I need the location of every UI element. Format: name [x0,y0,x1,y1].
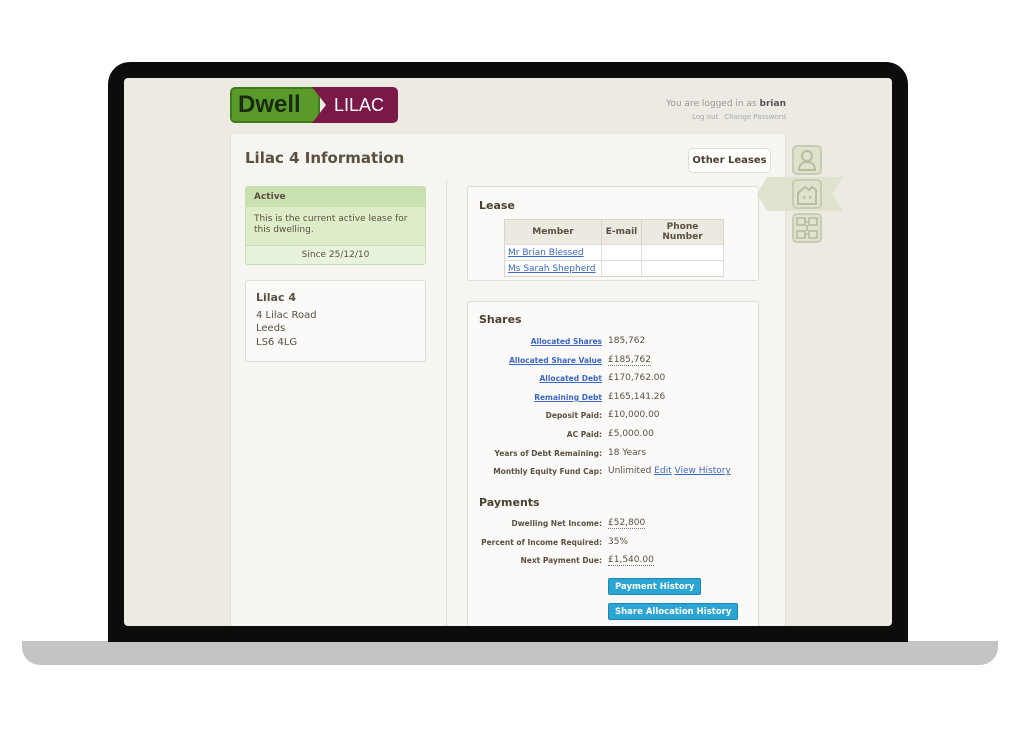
col-phone: Phone Number [641,219,724,245]
value-text: £165,141.26 [608,391,666,402]
col-email: E-mail [601,219,642,245]
field-value: £5,000.00 [608,429,654,439]
lease-table: Member E-mail Phone Number Mr Brian Blesse… [504,219,724,277]
field-row: Percent of Income Required: 35% [468,537,760,549]
value-text: £10,000.00 [608,410,660,421]
address-box: Lilac 4 4 Lilac Road Leeds LS6 4LG [245,280,426,362]
value-text: Unlimited [608,466,652,477]
value-text: 18 Years [608,447,647,458]
logo-dwell[interactable]: Dwell [230,87,320,123]
field-row: Monthly Equity Fund Cap: Unlimited Edit V… [468,466,760,478]
value-text: £52,800 [608,518,646,529]
value-text: £1,540.00 [608,555,654,567]
username: brian [759,99,786,109]
share-allocation-history-button[interactable]: Share Allocation History [608,603,739,620]
field-row: Next Payment Due: £1,540.00 [468,555,760,567]
field-label[interactable]: Allocated Shares [531,337,602,346]
field-value: £52,800 [608,518,646,529]
field-row: Allocated Shares 185,762 [468,336,760,348]
address-line: 4 Lilac Road [256,309,317,321]
phone-cell [641,260,724,277]
field-row: Allocated Share Value £185,762 [468,354,760,367]
member-link[interactable]: Ms Sarah Shepherd [508,264,596,274]
account-links: Log out Change Password [686,113,786,121]
field-value: 35% [608,537,628,547]
field-label[interactable]: Allocated Debt [539,374,602,383]
col-member: Member [504,219,602,245]
field-value: £1,540.00 [608,555,654,567]
status-text: This is the current active lease for thi… [254,214,408,235]
status-since: Since 25/12/10 [246,245,425,264]
dwelling-name: Lilac 4 [256,291,296,304]
field-label[interactable]: Remaining Debt [534,393,602,402]
field-row: Dwelling Net Income: £52,800 [468,518,760,530]
login-status: You are logged in as brian [666,99,786,109]
status-box: Active This is the current active lease … [245,186,426,265]
status-badge: Active [246,187,425,207]
phone-cell [641,244,724,261]
table-row: Ms Sarah Shepherd [504,260,724,277]
logo-lilac[interactable]: LILAC [312,87,398,123]
logout-link[interactable]: Log out [692,113,718,121]
shares-box: Shares Allocated Shares 185,762 Allocated … [467,301,759,626]
page-title: Lilac 4 Information [245,149,405,167]
field-label: Monthly Equity Fund Cap: [493,467,602,477]
table-row: Mr Brian Blessed [504,244,724,261]
value-text: 35% [608,536,629,547]
value-text: £5,000.00 [608,429,654,439]
value-text: £185,762 [608,354,651,366]
field-label: Percent of Income Required: [481,537,602,547]
house-icon[interactable] [792,179,822,209]
field-label: Next Payment Due: [520,556,602,566]
field-value: £185,762 [608,354,651,366]
person-icon[interactable] [792,145,822,175]
field-row: Allocated Debt £170,762.00 [468,373,760,385]
shares-title: Shares [479,313,522,326]
value-text: £170,762.00 [608,373,666,384]
email-cell [601,260,642,277]
address-city: Leeds [256,323,286,334]
address-postcode: LS6 4LG [256,336,298,348]
payment-history-button[interactable]: Payment History [608,578,702,595]
field-value: Unlimited Edit View History [608,466,731,476]
field-value: £10,000.00 [608,410,660,420]
screen: Dwell LILAC You are logged in as brian L… [124,78,892,626]
change-password-link[interactable]: Change Password [724,113,786,121]
divider [446,181,447,626]
member-link[interactable]: Mr Brian Blessed [508,248,584,258]
field-value: 18 Years [608,448,646,458]
field-label: Deposit Paid: [545,411,602,421]
email-cell [601,244,642,261]
edit-link[interactable]: Edit [654,466,671,476]
field-row: Deposit Paid: £10,000.00 [468,410,760,422]
field-value: £170,762.00 [608,373,665,383]
field-label: Dwelling Net Income: [511,519,602,528]
view-history-link[interactable]: View History [675,466,731,476]
field-value: £165,141.26 [608,392,665,402]
lease-box: Lease Member E-mail Phone Number Mr Brian … [467,186,759,281]
lease-title: Lease [479,199,515,212]
field-row: Remaining Debt £165,141.26 [468,392,760,404]
field-value: 185,762 [608,336,645,346]
field-label: Years of Debt Remaining: [494,448,603,458]
other-leases-button[interactable]: Other Leases [688,148,771,173]
field-label: AC Paid: [566,430,602,439]
field-row: Years of Debt Remaining: 18 Years [468,448,760,460]
field-row: AC Paid: £5,000.00 [468,429,760,441]
field-label[interactable]: Allocated Share Value [509,356,602,365]
laptop-base [22,641,998,665]
payments-title: Payments [479,496,540,509]
value-text: 185,762 [608,336,646,346]
building-icon[interactable] [792,213,822,243]
login-prefix: You are logged in as [666,99,757,109]
